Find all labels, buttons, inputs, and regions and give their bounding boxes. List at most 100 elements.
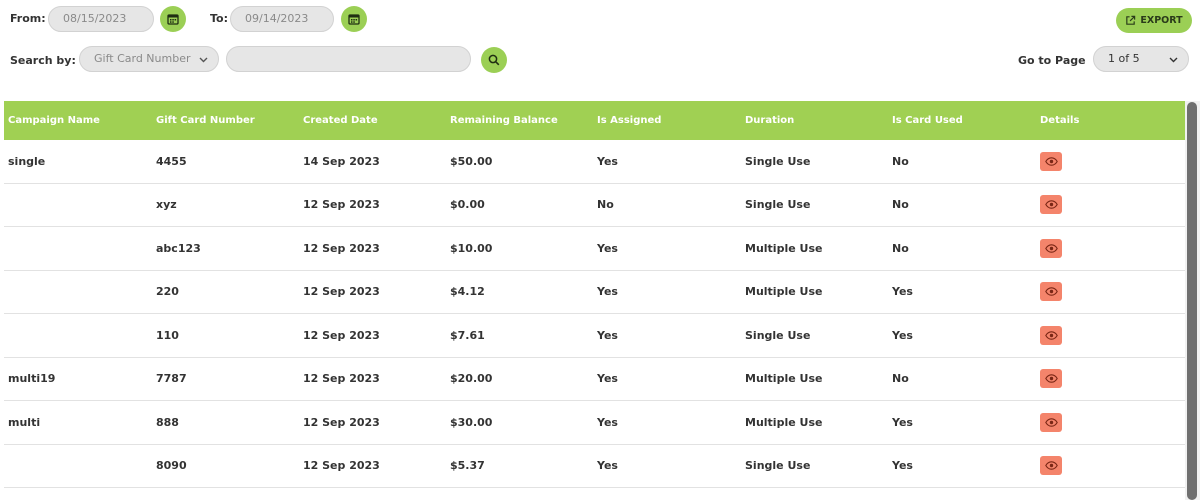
view-details-button[interactable] <box>1040 412 1062 432</box>
search-bar: Search by: Gift Card Number Go to Page 1… <box>0 45 1200 75</box>
cell-duration: Multiple Use <box>745 415 823 429</box>
cell-is-card-used: No <box>892 241 909 255</box>
table-row: 8090 12 Sep 2023 $5.37 Yes Single Use Yes <box>4 444 1185 488</box>
header-is-card-used: Is Card Used <box>892 115 963 126</box>
cell-campaign-name: multi <box>8 415 41 429</box>
cell-created-date: 12 Sep 2023 <box>303 285 380 299</box>
eye-icon <box>1044 156 1058 166</box>
cell-created-date: 12 Sep 2023 <box>303 198 380 212</box>
cell-remaining-balance: $20.00 <box>450 372 493 386</box>
export-label: EXPORT <box>1140 15 1183 26</box>
cell-remaining-balance: $5.37 <box>450 459 485 473</box>
cell-remaining-balance: $7.61 <box>450 328 485 342</box>
eye-icon <box>1044 461 1058 471</box>
cell-created-date: 12 Sep 2023 <box>303 328 380 342</box>
cell-is-assigned: Yes <box>597 372 618 386</box>
cell-campaign-name: multi19 <box>8 372 56 386</box>
search-input[interactable] <box>226 46 471 72</box>
table-row: abc123 12 Sep 2023 $10.00 Yes Multiple Use No <box>4 227 1185 271</box>
header-details: Details <box>1040 115 1080 126</box>
to-date-input[interactable]: 09/14/2023 <box>230 6 334 32</box>
cell-duration: Single Use <box>745 198 811 212</box>
header-created-date: Created Date <box>303 115 378 126</box>
table-row: xyz 12 Sep 2023 $0.00 No Single Use No <box>4 183 1185 227</box>
cell-gift-card-number: 7787 <box>156 372 187 386</box>
header-is-assigned: Is Assigned <box>597 115 662 126</box>
header-campaign-name: Campaign Name <box>8 115 100 126</box>
to-calendar-button[interactable] <box>341 6 367 32</box>
chevron-down-icon <box>1169 57 1178 63</box>
search-by-label: Search by: <box>10 54 76 67</box>
cell-is-card-used: Yes <box>892 459 913 473</box>
cell-remaining-balance: $50.00 <box>450 154 493 168</box>
header-gift-card-number: Gift Card Number <box>156 115 255 126</box>
page-select[interactable]: 1 of 5 <box>1093 46 1189 72</box>
eye-icon <box>1044 374 1058 384</box>
cell-duration: Multiple Use <box>745 285 823 299</box>
calendar-icon <box>167 14 179 25</box>
view-details-button[interactable] <box>1040 369 1062 389</box>
cell-is-assigned: Yes <box>597 154 618 168</box>
cell-is-assigned: Yes <box>597 241 618 255</box>
from-calendar-button[interactable] <box>160 6 186 32</box>
cell-gift-card-number: abc123 <box>156 241 201 255</box>
header-duration: Duration <box>745 115 795 126</box>
search-by-select[interactable]: Gift Card Number <box>79 46 219 72</box>
external-link-icon <box>1126 15 1136 25</box>
view-details-button[interactable] <box>1040 456 1062 476</box>
search-button[interactable] <box>481 47 507 73</box>
cell-is-card-used: Yes <box>892 415 913 429</box>
table-row: 110 12 Sep 2023 $7.61 Yes Single Use Yes <box>4 314 1185 358</box>
gift-card-table: Campaign Name Gift Card Number Created D… <box>4 101 1185 488</box>
table-row: 220 12 Sep 2023 $4.12 Yes Multiple Use Yes <box>4 270 1185 314</box>
scrollbar-thumb[interactable] <box>1187 102 1197 500</box>
cell-gift-card-number: 110 <box>156 328 179 342</box>
cell-created-date: 12 Sep 2023 <box>303 372 380 386</box>
table-row: multi 888 12 Sep 2023 $30.00 Yes Multiple Use… <box>4 401 1185 445</box>
view-details-button[interactable] <box>1040 282 1062 302</box>
cell-created-date: 12 Sep 2023 <box>303 241 380 255</box>
cell-remaining-balance: $10.00 <box>450 241 493 255</box>
cell-remaining-balance: $4.12 <box>450 285 485 299</box>
cell-is-card-used: No <box>892 198 909 212</box>
cell-duration: Single Use <box>745 459 811 473</box>
to-label: To: <box>210 12 228 25</box>
eye-icon <box>1044 243 1058 253</box>
cell-created-date: 14 Sep 2023 <box>303 154 380 168</box>
page-value: 1 of 5 <box>1108 52 1140 65</box>
cell-remaining-balance: $0.00 <box>450 198 485 212</box>
cell-duration: Single Use <box>745 154 811 168</box>
date-filter-bar: From: 08/15/2023 To: 09/14/2023 EXPORT <box>0 5 1200 33</box>
cell-campaign-name: single <box>8 154 46 168</box>
view-details-button[interactable] <box>1040 195 1062 215</box>
table-body: single 4455 14 Sep 2023 $50.00 Yes Single Use… <box>4 140 1185 488</box>
view-details-button[interactable] <box>1040 151 1062 171</box>
cell-created-date: 12 Sep 2023 <box>303 459 380 473</box>
table-row: multi19 7787 12 Sep 2023 $20.00 Yes Multiple … <box>4 357 1185 401</box>
cell-is-assigned: No <box>597 198 614 212</box>
from-date-input[interactable]: 08/15/2023 <box>48 6 154 32</box>
from-label: From: <box>10 12 46 25</box>
search-by-value: Gift Card Number <box>94 52 191 65</box>
chevron-down-icon <box>199 57 208 63</box>
eye-icon <box>1044 287 1058 297</box>
cell-is-assigned: Yes <box>597 285 618 299</box>
eye-icon <box>1044 330 1058 340</box>
cell-duration: Multiple Use <box>745 241 823 255</box>
eye-icon <box>1044 200 1058 210</box>
cell-is-card-used: No <box>892 372 909 386</box>
cell-is-card-used: Yes <box>892 328 913 342</box>
cell-duration: Single Use <box>745 328 811 342</box>
cell-duration: Multiple Use <box>745 372 823 386</box>
cell-created-date: 12 Sep 2023 <box>303 415 380 429</box>
table-row: single 4455 14 Sep 2023 $50.00 Yes Single Use… <box>4 140 1185 184</box>
table-header: Campaign Name Gift Card Number Created D… <box>4 101 1185 140</box>
cell-gift-card-number: 4455 <box>156 154 187 168</box>
cell-is-card-used: No <box>892 154 909 168</box>
view-details-button[interactable] <box>1040 238 1062 258</box>
export-button[interactable]: EXPORT <box>1116 8 1192 33</box>
cell-gift-card-number: 8090 <box>156 459 187 473</box>
cell-gift-card-number: 220 <box>156 285 179 299</box>
view-details-button[interactable] <box>1040 325 1062 345</box>
cell-is-assigned: Yes <box>597 415 618 429</box>
